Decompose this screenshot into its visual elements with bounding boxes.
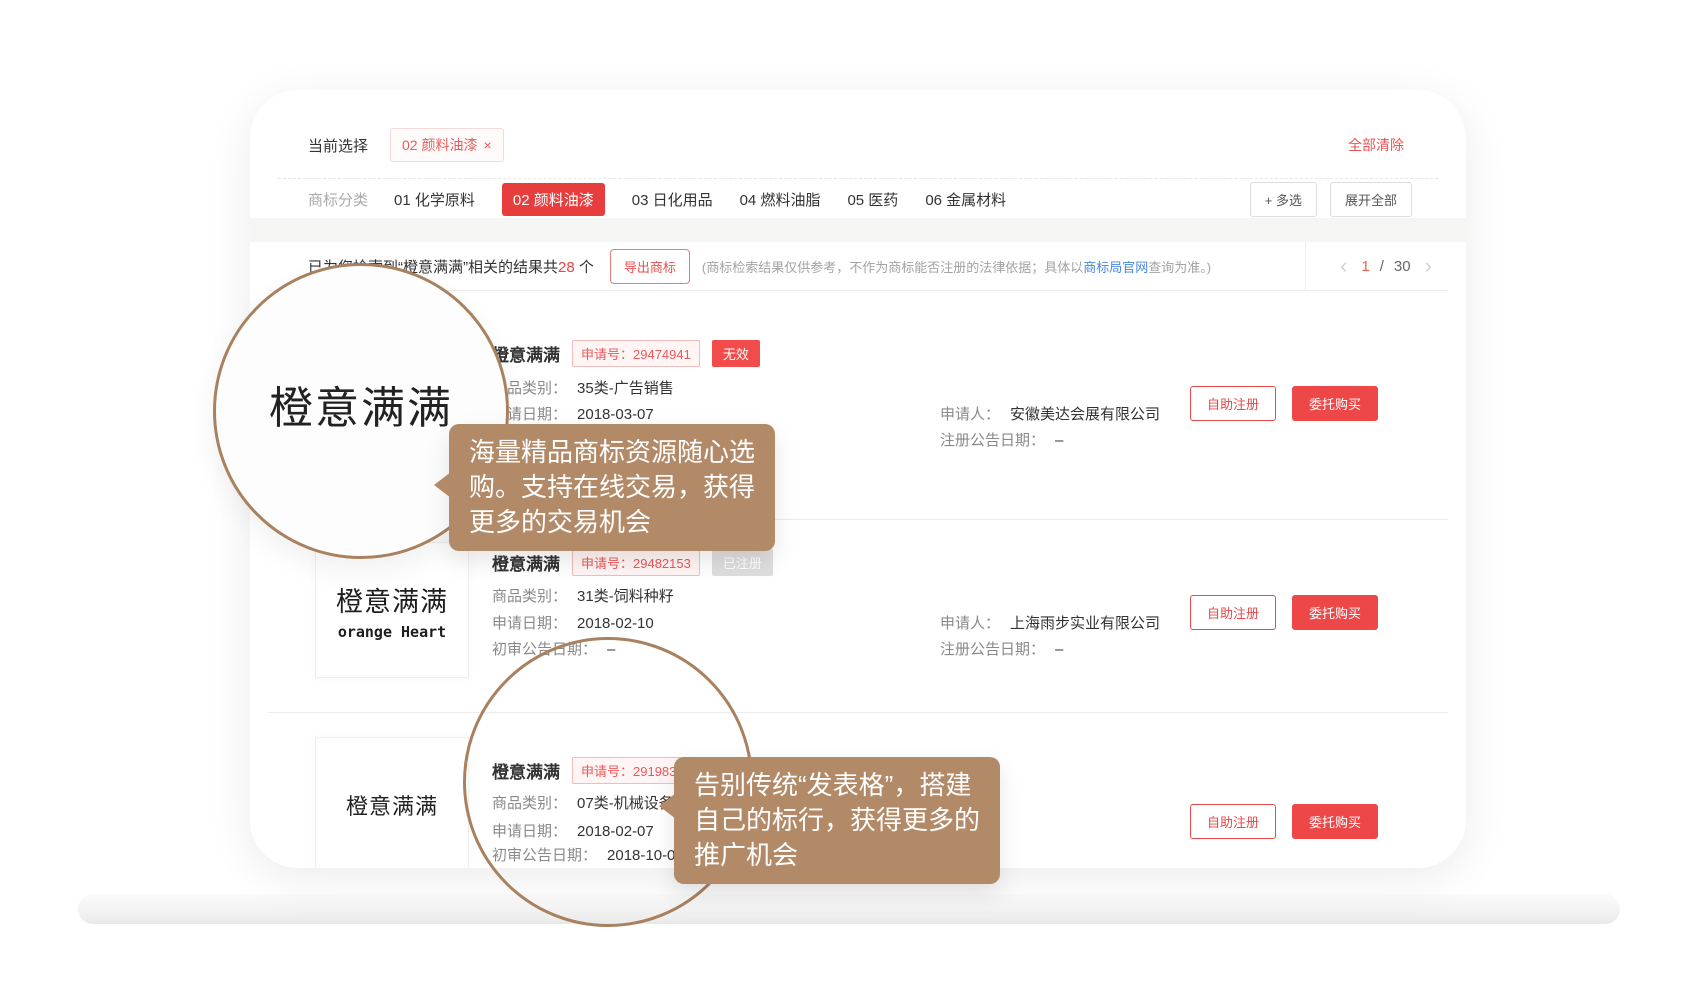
row-actions: 自助注册 委托购买 [1190, 595, 1378, 630]
trademark-office-link[interactable]: 商标局官网 [1083, 260, 1148, 275]
reg-notice-value: – [1055, 432, 1063, 449]
selected-filter-tag[interactable]: 02 颜料油漆 × [390, 128, 504, 162]
tooltip-line: 更多的交易机会 [469, 505, 755, 540]
total-pages: 30 [1394, 258, 1411, 275]
results-disclaimer: (商标检索结果仅供参考，不作为商标能否注册的法律依据；具体以商标局官网查询为准。… [702, 257, 1211, 276]
category-item-03[interactable]: 03 日化用品 [632, 189, 713, 210]
category-field: 商品类别： 31类-饲料种籽 [492, 585, 674, 605]
trademark-name[interactable]: 橙意满满 [492, 550, 560, 575]
category-item-05[interactable]: 05 医药 [847, 189, 898, 210]
apply-date-value: 2018-03-07 [577, 406, 654, 423]
applicant-label: 申请人： [940, 406, 1000, 423]
page-background: 当前选择 02 颜料油漆 × 全部清除 商标分类 01 化学原料 02 颜料油漆… [0, 0, 1696, 1002]
tooltip-line: 购。支持在线交易，获得 [469, 470, 755, 505]
clear-all-button[interactable]: 全部清除 [1348, 135, 1404, 155]
prev-page-icon[interactable]: ‹ [1336, 255, 1351, 277]
category-actions: + 多选 展开全部 [1250, 182, 1412, 217]
trademark-image-2-text: 橙意满满 [336, 580, 448, 619]
entrust-buy-button[interactable]: 委托购买 [1292, 595, 1378, 630]
disclaimer-text-prefix: (商标检索结果仅供参考，不作为商标能否注册的法律依据；具体以 [702, 260, 1083, 275]
selected-filter-tag-label: 02 颜料油漆 [402, 135, 477, 155]
remove-tag-icon[interactable]: × [483, 137, 491, 153]
tooltip-line: 告别传统“发表格”，搭建 [694, 768, 980, 803]
multi-select-button[interactable]: + 多选 [1250, 182, 1317, 217]
self-register-button[interactable]: 自助注册 [1190, 804, 1276, 839]
category-item-01[interactable]: 01 化学原料 [394, 189, 475, 210]
apply-date-field: 申请日期：2018-03-07 申请人：安徽美达会展有限公司 [492, 403, 654, 423]
trademark-name[interactable]: 橙意满满 [492, 341, 560, 366]
apply-date-label: 申请日期： [492, 615, 567, 632]
entrust-buy-button[interactable]: 委托购买 [1292, 804, 1378, 839]
tooltip-line: 海量精品商标资源随心选 [469, 435, 755, 470]
reg-notice-label: 注册公告日期： [940, 432, 1045, 449]
status-badge-invalid: 无效 [712, 340, 760, 367]
category-item-04[interactable]: 04 燃料油脂 [740, 189, 821, 210]
callout-tooltip-marketplace: 海量精品商标资源随心选 购。支持在线交易，获得 更多的交易机会 [449, 424, 775, 551]
page-separator: / [1380, 258, 1384, 275]
callout-tooltip-promotion: 告别传统“发表格”，搭建 自己的标行，获得更多的 推广机会 [674, 757, 1000, 884]
reg-notice-value: – [1055, 641, 1063, 658]
category-field-label: 商品类别： [492, 588, 567, 605]
application-number-value: 29474941 [633, 347, 691, 362]
magnified-trademark-text: 橙意满满 [269, 372, 453, 436]
application-number-tag: 申请号：29474941 [572, 340, 700, 367]
row-separator [268, 712, 1448, 713]
disclaimer-text-suffix: 查询为准。) [1148, 260, 1211, 275]
reg-notice-field: 注册公告日期：– [940, 638, 1063, 659]
tooltip-line: 自己的标行，获得更多的 [694, 803, 980, 838]
export-trademarks-button[interactable]: 导出商标 [610, 249, 690, 284]
category-item-06[interactable]: 06 金属材料 [925, 189, 1006, 210]
applicant-field: 申请人： 上海雨步实业有限公司 [940, 612, 1160, 633]
results-summary-suffix: 个 [575, 259, 594, 276]
current-selection-label: 当前选择 [308, 135, 368, 156]
status-badge-registered: 已注册 [712, 549, 773, 576]
trademark-title-row: 橙意满满 申请号：29482153 已注册 [492, 549, 773, 575]
application-number-value: 29482153 [633, 556, 691, 571]
category-field: 商品类别：35类-广告销售 [492, 377, 674, 397]
self-register-button[interactable]: 自助注册 [1190, 595, 1276, 630]
application-number-label: 申请号： [581, 347, 633, 362]
trademark-image-3[interactable]: 橙意满满 [315, 737, 469, 868]
row-actions: 自助注册 委托购买 [1190, 804, 1378, 839]
applicant-label: 申请人： [940, 615, 1000, 632]
category-bar-label: 商标分类 [308, 189, 368, 210]
results-count: 28 [558, 259, 575, 276]
category-field-value: 31类-饲料种籽 [577, 588, 674, 605]
results-header: 已为您检索到“橙意满满”相关的结果共28 个 导出商标 (商标检索结果仅供参考，… [308, 242, 1211, 290]
entrust-buy-button[interactable]: 委托购买 [1292, 386, 1378, 421]
trademark-image-3-text: 橙意满满 [346, 789, 438, 821]
trademark-title-row: 橙意满满 申请号：29474941 无效 [492, 340, 760, 366]
category-field-value: 35类-广告销售 [577, 380, 674, 397]
reg-notice-label: 注册公告日期： [940, 641, 1045, 658]
row-actions: 自助注册 委托购买 [1190, 386, 1378, 421]
trademark-image-2-subtext: orange Heart [338, 623, 446, 641]
application-number-tag: 申请号：29482153 [572, 549, 700, 576]
trademark-image-2[interactable]: 橙意满满 orange Heart [315, 542, 469, 678]
category-item-02-selected[interactable]: 02 颜料油漆 [502, 183, 605, 216]
dashed-divider [278, 178, 1438, 179]
applicant-value: 上海雨步实业有限公司 [1010, 615, 1160, 632]
tooltip-line: 推广机会 [694, 838, 980, 873]
current-selection-bar: 当前选择 02 颜料油漆 × 全部清除 [308, 128, 1404, 162]
current-page-number: 1 [1361, 258, 1369, 275]
category-bar: 商标分类 01 化学原料 02 颜料油漆 03 日化用品 04 燃料油脂 05 … [308, 184, 1412, 214]
apply-date-value: 2018-02-10 [577, 615, 654, 632]
applicant-value: 安徽美达会展有限公司 [1010, 406, 1160, 423]
pagination: ‹ 1 / 30 › [1306, 242, 1466, 290]
apply-date-field: 申请日期：2018-02-10 申请人：上海雨步实业有限公司 [492, 612, 654, 632]
laptop-base [78, 894, 1620, 924]
applicant-field: 申请人： 安徽美达会展有限公司 [940, 403, 1160, 424]
reg-notice-field: 注册公告日期：– [940, 429, 1063, 450]
section-divider-band [250, 218, 1466, 242]
application-number-label: 申请号： [581, 556, 633, 571]
next-page-icon[interactable]: › [1421, 255, 1436, 277]
self-register-button[interactable]: 自助注册 [1190, 386, 1276, 421]
expand-all-button[interactable]: 展开全部 [1330, 182, 1412, 217]
